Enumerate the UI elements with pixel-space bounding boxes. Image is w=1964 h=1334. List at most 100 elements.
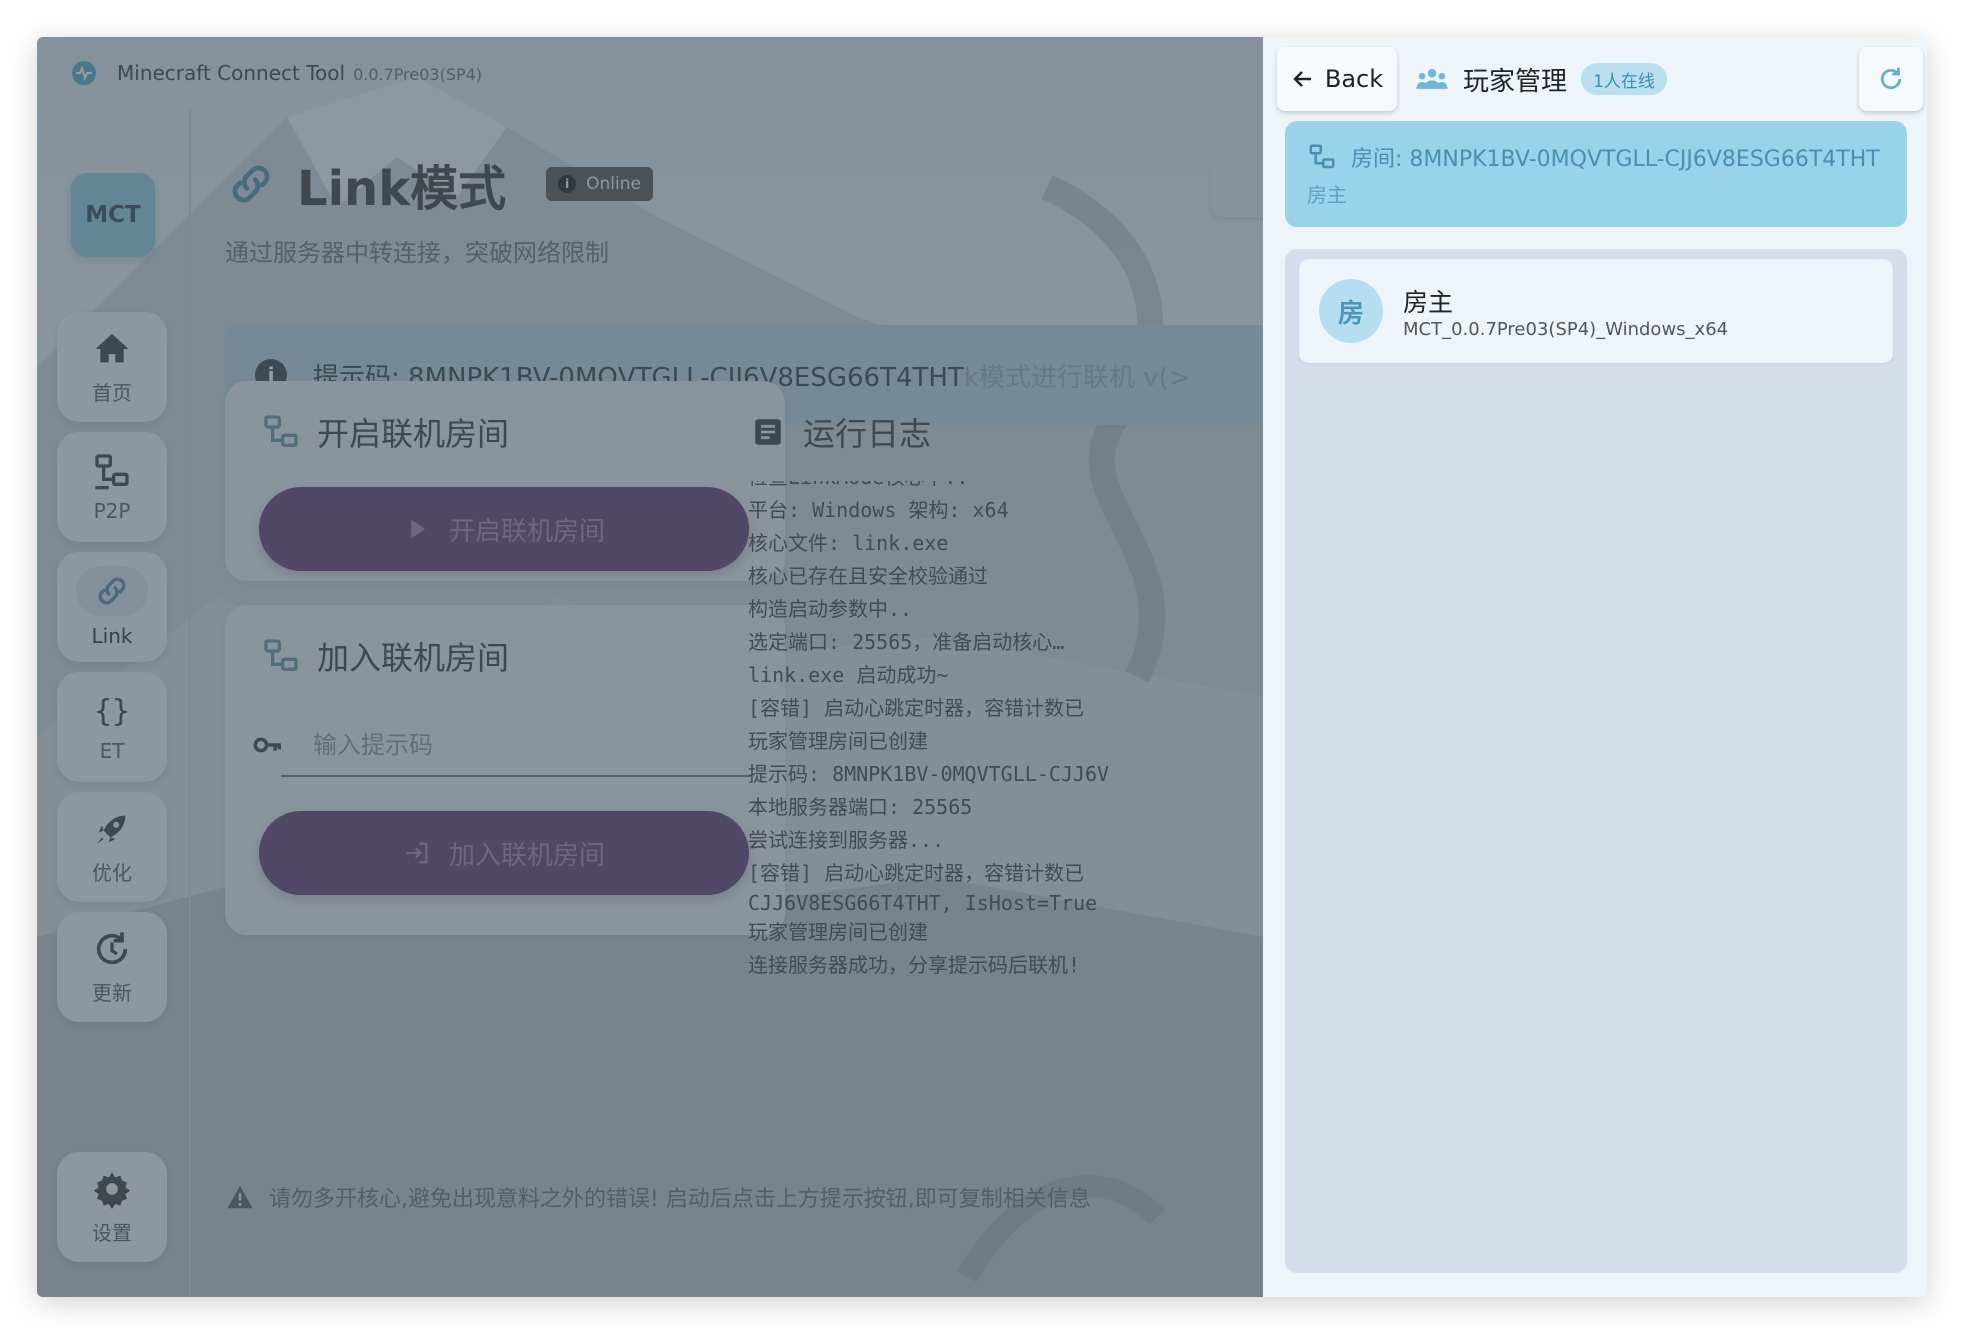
status-text: Online <box>586 174 641 194</box>
rocket-icon <box>97 815 126 844</box>
log-line: [容错] 启动心跳定时器，容错计数已 <box>748 861 1085 885</box>
refresh-button[interactable] <box>1859 47 1923 111</box>
network-icon <box>264 415 298 447</box>
sidebar-item-label: 优化 <box>92 860 132 885</box>
sidebar-item-link[interactable]: Link <box>57 552 167 662</box>
info-dot-icon: i <box>558 175 577 193</box>
refresh-icon <box>1880 67 1902 90</box>
document-icon <box>755 419 781 445</box>
key-icon <box>253 737 282 753</box>
player-name: 房主 <box>1403 288 1454 317</box>
log-line: 平台: Windows 架构: x64 <box>748 498 1009 522</box>
log-line: link.exe 启动成功~ <box>748 663 949 687</box>
log-lines: 检查LinkMode核心中.. 平台: Windows 架构: x64 核心文件: … <box>748 481 1109 982</box>
sidebar-item-label: 设置 <box>92 1220 132 1245</box>
join-card-title-text: 加入联机房间 <box>317 639 510 677</box>
sidebar-item-label: 更新 <box>92 980 132 1005</box>
network-icon <box>1309 144 1335 169</box>
title-bar: Minecraft Connect Tool 0.0.7Pre03(SP4) <box>37 37 1263 109</box>
player-item[interactable]: 房 房主 MCT_0.0.7Pre03(SP4)_Windows_x64 <box>1299 259 1893 363</box>
update-icon <box>96 931 128 964</box>
warning-icon <box>227 1185 253 1209</box>
sidebar-item-update[interactable]: 更新 <box>57 912 167 1022</box>
sidebar-logo: MCT <box>71 173 155 257</box>
log-line: 检查LinkMode核心中.. <box>748 481 1109 494</box>
sidebar: MCT 首页 P2P Link {} ET 优化 更新 设置 <box>37 109 191 1297</box>
log-title: 运行日志 <box>751 409 931 455</box>
play-icon <box>411 519 426 539</box>
hint-code-input[interactable] <box>311 730 751 760</box>
log-line: 核心已存在且安全校验通过 <box>748 564 988 588</box>
drawer-title: 玩家管理 <box>1463 66 1568 97</box>
log-line: 提示码: 8MNPK1BV-0MQVTGLL-CJJ6V <box>748 762 1110 786</box>
footer-warning-text: 请勿多开核心,避免出现意料之外的错误! 启动后点击上方提示按钮,即可复制相关信息 <box>269 1187 1091 1212</box>
start-room-button[interactable]: 开启联机房间 <box>259 487 749 571</box>
start-room-button-label: 开启联机房间 <box>448 516 605 547</box>
log-output[interactable]: 检查LinkMode核心中.. 平台: Windows 架构: x64 核心文件: … <box>748 481 1148 1011</box>
log-title-text: 运行日志 <box>803 415 932 453</box>
host-card-title: 开启联机房间 <box>261 409 509 455</box>
gear-icon <box>93 1171 131 1209</box>
login-icon <box>406 842 428 864</box>
player-list: 房 房主 MCT_0.0.7Pre03(SP4)_Windows_x64 <box>1285 249 1907 1273</box>
room-role: 房主 <box>1307 183 1347 207</box>
join-card-title: 加入联机房间 <box>261 633 509 679</box>
device-button[interactable] <box>1211 161 1263 217</box>
log-line: 玩家管理房间已创建 <box>748 729 928 753</box>
sidebar-item-label: Link <box>91 624 133 648</box>
join-room-button-label: 加入联机房间 <box>448 840 605 871</box>
app-window: Minecraft Connect Tool 0.0.7Pre03(SP4) M… <box>37 37 1927 1297</box>
avatar: 房 <box>1319 279 1383 343</box>
people-icon <box>1416 69 1448 89</box>
app-logo-icon <box>72 61 96 85</box>
hint-code-field <box>253 715 751 777</box>
network-icon <box>95 454 129 490</box>
log-line: 连接服务器成功，分享提示码后联机! <box>748 953 1081 977</box>
link-icon <box>232 165 270 203</box>
sidebar-item-settings[interactable]: 设置 <box>57 1152 167 1262</box>
main-app: Minecraft Connect Tool 0.0.7Pre03(SP4) M… <box>37 37 1263 1297</box>
log-line: 构造启动参数中.. <box>748 597 913 621</box>
player-management-drawer: Back 玩家管理 1人在线 房间: 8MNPK1BV-0MQVTGLL-CJJ… <box>1263 37 1927 1297</box>
arrow-left-icon <box>1293 71 1311 87</box>
sidebar-item-et[interactable]: {} ET <box>57 672 167 782</box>
sidebar-item-label: ET <box>99 739 125 763</box>
log-line: 尝试连接到服务器... <box>748 828 945 852</box>
join-room-card: 加入联机房间 加入联机房间 <box>225 605 785 935</box>
status-badge: i Online <box>546 167 653 201</box>
host-room-card: 开启联机房间 开启联机房间 <box>225 381 785 581</box>
room-line: 房间: 8MNPK1BV-0MQVTGLL-CJJ6V8ESG66T4THT <box>1307 141 1880 173</box>
online-count-badge: 1人在线 <box>1581 63 1667 95</box>
back-button-label: Back <box>1324 65 1384 93</box>
drawer-header: 玩家管理 1人在线 <box>1415 59 1667 99</box>
sidebar-item-p2p[interactable]: P2P <box>57 432 167 542</box>
braces-icon: {} <box>94 694 130 729</box>
network-icon <box>264 639 298 671</box>
log-line: 核心文件: link.exe <box>748 531 949 555</box>
log-line: 选定端口: 25565，准备启动核心… <box>748 630 1065 654</box>
footer-warning: 请勿多开核心,避免出现意料之外的错误! 启动后点击上方提示按钮,即可复制相关信息 <box>225 1181 1091 1213</box>
join-room-button[interactable]: 加入联机房间 <box>259 811 749 895</box>
room-info-banner: 房间: 8MNPK1BV-0MQVTGLL-CJJ6V8ESG66T4THT 房… <box>1285 121 1907 227</box>
room-code: 房间: 8MNPK1BV-0MQVTGLL-CJJ6V8ESG66T4THT <box>1351 147 1880 172</box>
log-line: [容错] 启动心跳定时器，容错计数已 <box>748 696 1085 720</box>
log-line: 玩家管理房间已创建 <box>748 920 928 944</box>
app-version: 0.0.7Pre03(SP4) <box>353 65 483 84</box>
sidebar-item-label: 首页 <box>92 380 132 405</box>
svg-text:{}: {} <box>94 694 130 729</box>
app-name: Minecraft Connect Tool <box>117 61 346 85</box>
log-line: CJJ6V8ESG66T4THT, IsHost=True <box>748 891 1098 915</box>
page-header: Link模式 i Online <box>225 149 653 219</box>
active-indicator <box>76 566 148 616</box>
back-button[interactable]: Back <box>1277 47 1397 111</box>
sidebar-item-home[interactable]: 首页 <box>57 312 167 422</box>
main-content: Link模式 i Online 通过服务器中转连接，突破网络限制 i 提示码: … <box>189 109 1263 1297</box>
link-icon <box>98 577 126 605</box>
sidebar-item-label: P2P <box>93 499 131 523</box>
host-card-title-text: 开启联机房间 <box>317 415 510 453</box>
hint-trailing-text: k模式进行联机 v(> <box>963 362 1191 393</box>
page-subtitle: 通过服务器中转连接，突破网络限制 <box>225 239 609 267</box>
page-title: Link模式 <box>297 161 507 217</box>
sidebar-item-optimize[interactable]: 优化 <box>57 792 167 902</box>
log-line: 本地服务器端口: 25565 <box>748 795 973 819</box>
